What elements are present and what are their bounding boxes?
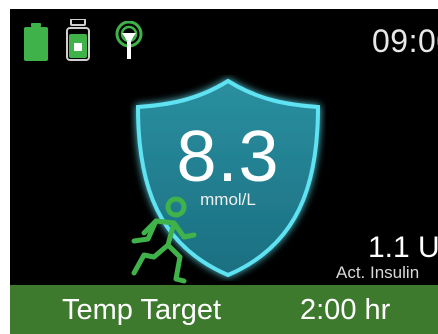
temp-target-banner[interactable]: Temp Target 2:00 hr (10, 285, 438, 334)
clock-time: 09:00 (372, 23, 438, 59)
temp-target-duration: 2:00 hr (300, 294, 391, 326)
active-insulin-value: 1.1 U (368, 231, 438, 264)
running-person-icon[interactable] (118, 195, 198, 287)
active-insulin-label: Act. Insulin (336, 263, 420, 282)
battery-full-icon (24, 23, 48, 61)
pump-screen: 09:00 8.3 mmol/L 1.1 U Act. Insulin Te (10, 9, 438, 334)
insulin-cartridge-icon (66, 19, 90, 61)
glucose-value: 8.3 (176, 117, 280, 197)
temp-target-label: Temp Target (62, 294, 222, 326)
cgm-signal-icon (115, 21, 143, 59)
